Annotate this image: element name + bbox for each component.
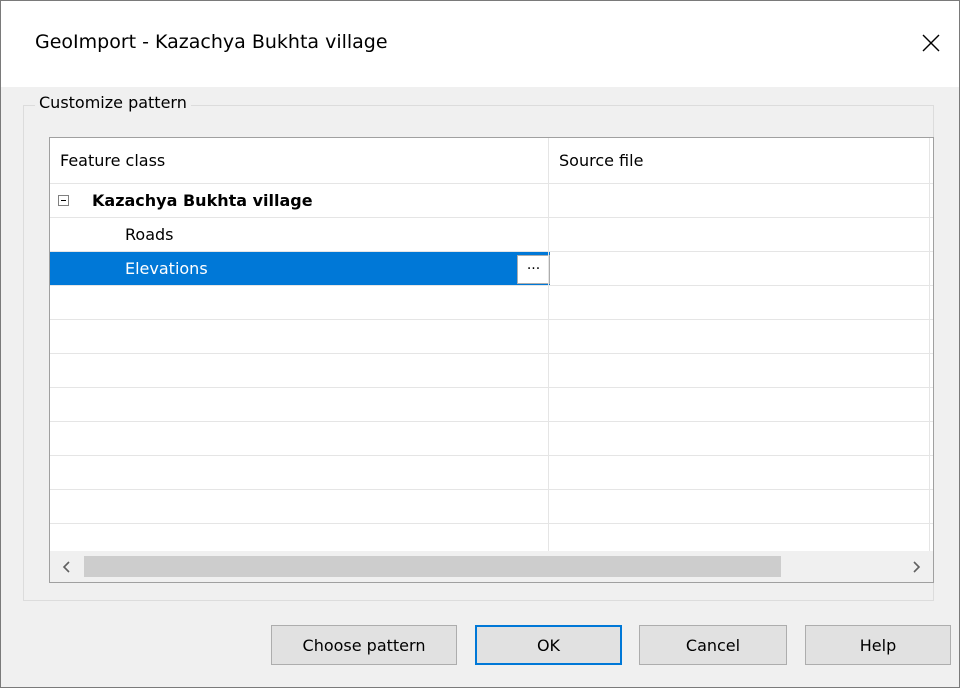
empty-row <box>50 354 933 388</box>
empty-row <box>50 490 933 524</box>
feature-class-grid[interactable]: Feature class Source file Kazachya Bukht… <box>49 137 934 583</box>
horizontal-scrollbar[interactable] <box>50 551 933 582</box>
cancel-button[interactable]: Cancel <box>639 625 787 665</box>
close-button[interactable] <box>903 15 959 71</box>
collapse-toggle-icon[interactable] <box>58 195 69 206</box>
scroll-left-button[interactable] <box>50 551 84 582</box>
column-header-source-file[interactable]: Source file <box>549 138 929 183</box>
scrollbar-thumb[interactable] <box>84 556 781 577</box>
scroll-right-button[interactable] <box>899 551 933 582</box>
help-button[interactable]: Help <box>805 625 951 665</box>
table-row-selected[interactable]: Elevations ... <box>50 252 933 286</box>
close-icon <box>922 34 940 52</box>
column-separator[interactable] <box>929 138 930 183</box>
window-title: GeoImport - Kazachya Bukhta village <box>35 31 388 53</box>
empty-row <box>50 422 933 456</box>
title-bar: GeoImport - Kazachya Bukhta village <box>1 1 959 87</box>
table-row[interactable]: Roads <box>50 218 933 252</box>
column-divider <box>548 183 549 551</box>
grid-header: Feature class Source file <box>50 138 933 184</box>
ok-button[interactable]: OK <box>475 625 622 665</box>
empty-row <box>50 320 933 354</box>
empty-row <box>50 456 933 490</box>
geoimport-dialog: GeoImport - Kazachya Bukhta village Cust… <box>0 0 960 688</box>
chevron-right-icon <box>913 560 921 573</box>
choose-pattern-button[interactable]: Choose pattern <box>271 625 457 665</box>
column-divider <box>929 183 930 551</box>
table-row[interactable]: Kazachya Bukhta village <box>50 184 933 218</box>
browse-ellipsis-button[interactable]: ... <box>517 255 550 284</box>
feature-class-cell: Kazachya Bukhta village <box>92 191 313 210</box>
chevron-left-icon <box>62 560 70 573</box>
feature-class-cell: Elevations <box>125 259 208 278</box>
group-legend: Customize pattern <box>35 93 191 112</box>
empty-row <box>50 388 933 422</box>
column-header-feature-class[interactable]: Feature class <box>50 138 550 183</box>
empty-row <box>50 286 933 320</box>
feature-class-cell: Roads <box>125 225 174 244</box>
